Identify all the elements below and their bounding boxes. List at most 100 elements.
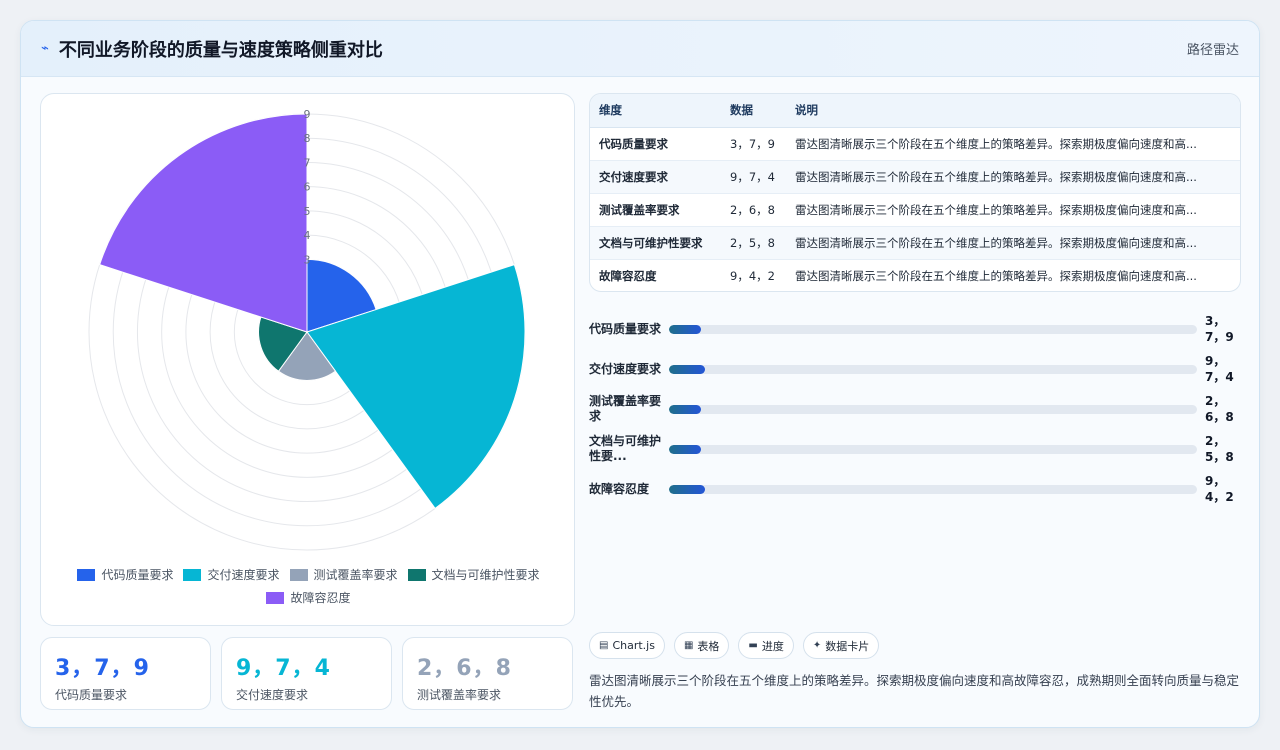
table-row: 交付速度要求 9，7，4 雷达图清晰展示三个阶段在五个维度上的策略差异。探索期极… — [590, 160, 1240, 194]
kpi-label: 交付速度要求 — [236, 688, 309, 702]
table-cell-description: 雷达图清晰展示三个阶段在五个维度上的策略差异。探索期极度偏向速度和高... — [786, 259, 1240, 291]
progress-row: 交付速度要求 9，7，4 — [589, 349, 1241, 389]
kpi-card: 9，7，4 交付速度要求 — [221, 637, 392, 710]
data-table: 维度 数据 说明 代码质量要求 3，7，9 雷达图清晰展示三个阶段在五个维度上的… — [589, 93, 1241, 292]
table-cell-data: 2，5，8 — [721, 226, 786, 260]
tag-label: Chart.js — [612, 639, 655, 652]
polar-area-chart: 3 4 5 6 7 8 9 — [88, 108, 526, 551]
polar-slice[interactable] — [99, 113, 308, 333]
progress-value: 2，5，8 — [1205, 434, 1234, 464]
progress-track — [669, 485, 1197, 494]
tag-label: 表格 — [697, 639, 720, 653]
legend-item[interactable]: 代码质量要求 — [77, 566, 173, 583]
table-cell-data: 9，7，4 — [721, 160, 786, 194]
progress-label: 交付速度要求 — [589, 361, 662, 376]
kpi-label: 测试覆盖率要求 — [417, 688, 502, 702]
legend-swatch — [266, 591, 285, 604]
feature-tag[interactable]: ▤ Chart.js — [589, 632, 665, 659]
legend-item[interactable]: 交付速度要求 — [183, 566, 280, 583]
progress-row: 故障容忍度 9，4，2 — [589, 469, 1241, 509]
progress-track — [669, 445, 1197, 454]
table-cell-dimension: 故障容忍度 — [590, 259, 721, 291]
legend-swatch — [183, 568, 202, 581]
legend-label: 代码质量要求 — [101, 568, 174, 582]
table-row: 故障容忍度 9，4，2 雷达图清晰展示三个阶段在五个维度上的策略差异。探索期极度… — [590, 259, 1240, 291]
progress-label: 故障容忍度 — [589, 481, 650, 496]
legend-item[interactable]: 测试覆盖率要求 — [289, 566, 398, 583]
r-tick-label: 7 — [304, 156, 311, 169]
table-cell-dimension: 测试覆盖率要求 — [590, 193, 721, 227]
table-header-dimension: 维度 — [590, 94, 721, 128]
chart-description: 雷达图清晰展示三个阶段在五个维度上的策略差异。探索期极度偏向速度和高故障容忍，成… — [589, 673, 1240, 709]
progress-row: 测试覆盖率要求 2，6，8 — [589, 389, 1241, 429]
kpi-card: 2，6，8 测试覆盖率要求 — [402, 637, 573, 710]
chart-panel: 3 4 5 6 7 8 9 代码质量要求 交付速度要求 测试覆盖率要求 文档与可维护性要求故障容忍… — [40, 93, 575, 626]
table-row: 测试覆盖率要求 2，6，8 雷达图清晰展示三个阶段在五个维度上的策略差异。探索期… — [590, 193, 1240, 227]
progress-bars: 代码质量要求 3，7，9 交付速度要求 9，7，4 测试覆盖率要求 2，6，8 文档与可维护… — [589, 309, 1241, 509]
r-tick-label: 6 — [304, 181, 311, 194]
r-tick-label: 5 — [304, 205, 311, 218]
chart-legend: 代码质量要求 交付速度要求 测试覆盖率要求 文档与可维护性要求故障容忍度 — [41, 566, 576, 606]
table-row: 文档与可维护性要求 2，5，8 雷达图清晰展示三个阶段在五个维度上的策略差异。探… — [590, 226, 1240, 260]
legend-label: 测试覆盖率要求 — [313, 568, 398, 582]
progress-value: 9，4，2 — [1205, 474, 1234, 504]
tag-label: 进度 — [761, 639, 784, 653]
table-cell-data: 2，6，8 — [721, 193, 786, 227]
table-cell-description: 雷达图清晰展示三个阶段在五个维度上的策略差异。探索期极度偏向速度和高... — [786, 193, 1240, 227]
kpi-cards: 3，7，9 代码质量要求 9，7，4 交付速度要求 2，6，8 测试覆盖率要求 — [40, 637, 573, 710]
feature-tag[interactable]: ▦ 表格 — [673, 632, 730, 659]
chart-type-tag: 路径雷达 — [1186, 43, 1239, 58]
dashboard-card: ⌁ 不同业务阶段的质量与速度策略侧重对比 路径雷达 3 4 5 6 7 8 9 代码质量要求… — [20, 20, 1260, 728]
r-tick-label: 8 — [304, 132, 311, 145]
page-title: 不同业务阶段的质量与速度策略侧重对比 — [58, 39, 383, 61]
progress-fill — [669, 365, 705, 374]
kpi-value: 3，7，9 — [55, 656, 150, 681]
kpi-value: 9，7，4 — [236, 656, 331, 681]
table-cell-dimension: 代码质量要求 — [590, 127, 721, 161]
feature-tag[interactable]: ▬ 进度 — [738, 632, 794, 659]
table-header-description: 说明 — [786, 94, 1240, 128]
table-icon: ▦ — [683, 640, 694, 651]
progress-row: 文档与可维护性要... 2，5，8 — [589, 429, 1241, 469]
table-cell-data: 3，7，9 — [721, 127, 786, 161]
table-cell-description: 雷达图清晰展示三个阶段在五个维度上的策略差异。探索期极度偏向速度和高... — [786, 226, 1240, 260]
legend-item[interactable]: 文档与可维护性要求 — [407, 566, 540, 583]
legend-label: 故障容忍度 — [290, 591, 351, 605]
progress-fill — [669, 325, 701, 334]
progress-fill — [669, 485, 705, 494]
header: ⌁ 不同业务阶段的质量与速度策略侧重对比 路径雷达 — [21, 21, 1259, 77]
r-tick-label: 3 — [304, 253, 311, 266]
chart-icon: ▤ — [599, 640, 609, 651]
progress-row: 代码质量要求 3，7，9 — [589, 309, 1241, 349]
progress-value: 9，7，4 — [1205, 354, 1234, 384]
kpi-value: 2，6，8 — [417, 656, 512, 681]
legend-swatch — [407, 568, 426, 581]
progress-track — [669, 325, 1197, 334]
r-tick-label: 4 — [304, 229, 311, 242]
table-cell-dimension: 交付速度要求 — [590, 160, 721, 194]
legend-label: 文档与可维护性要求 — [431, 568, 540, 582]
progress-label: 代码质量要求 — [589, 321, 662, 336]
legend-swatch — [77, 568, 96, 581]
table-header-data: 数据 — [721, 94, 786, 128]
kpi-card: 3，7，9 代码质量要求 — [40, 637, 211, 710]
legend-label: 交付速度要求 — [207, 568, 280, 582]
progress-track — [669, 405, 1197, 414]
feature-tags: ▤ Chart.js ▦ 表格 ▬ 进度 ✦ 数据卡片 — [589, 632, 880, 659]
progress-icon: ▬ — [748, 640, 758, 651]
legend-item[interactable]: 故障容忍度 — [266, 589, 351, 606]
table-cell-dimension: 文档与可维护性要求 — [590, 226, 721, 260]
table-cell-description: 雷达图清晰展示三个阶段在五个维度上的策略差异。探索期极度偏向速度和高... — [786, 160, 1240, 194]
progress-label: 文档与可维护性要... — [589, 434, 662, 463]
feature-tag[interactable]: ✦ 数据卡片 — [802, 632, 880, 659]
legend-swatch — [289, 568, 308, 581]
progress-track — [669, 365, 1197, 374]
progress-value: 3，7，9 — [1205, 314, 1234, 344]
progress-value: 2，6，8 — [1205, 394, 1234, 424]
r-tick-label: 9 — [304, 108, 311, 121]
card-icon: ✦ — [812, 640, 822, 651]
table-cell-description: 雷达图清晰展示三个阶段在五个维度上的策略差异。探索期极度偏向速度和高... — [786, 127, 1240, 161]
progress-fill — [669, 445, 701, 454]
table-row: 代码质量要求 3，7，9 雷达图清晰展示三个阶段在五个维度上的策略差异。探索期极… — [590, 127, 1240, 161]
table-cell-data: 9，4，2 — [721, 259, 786, 291]
